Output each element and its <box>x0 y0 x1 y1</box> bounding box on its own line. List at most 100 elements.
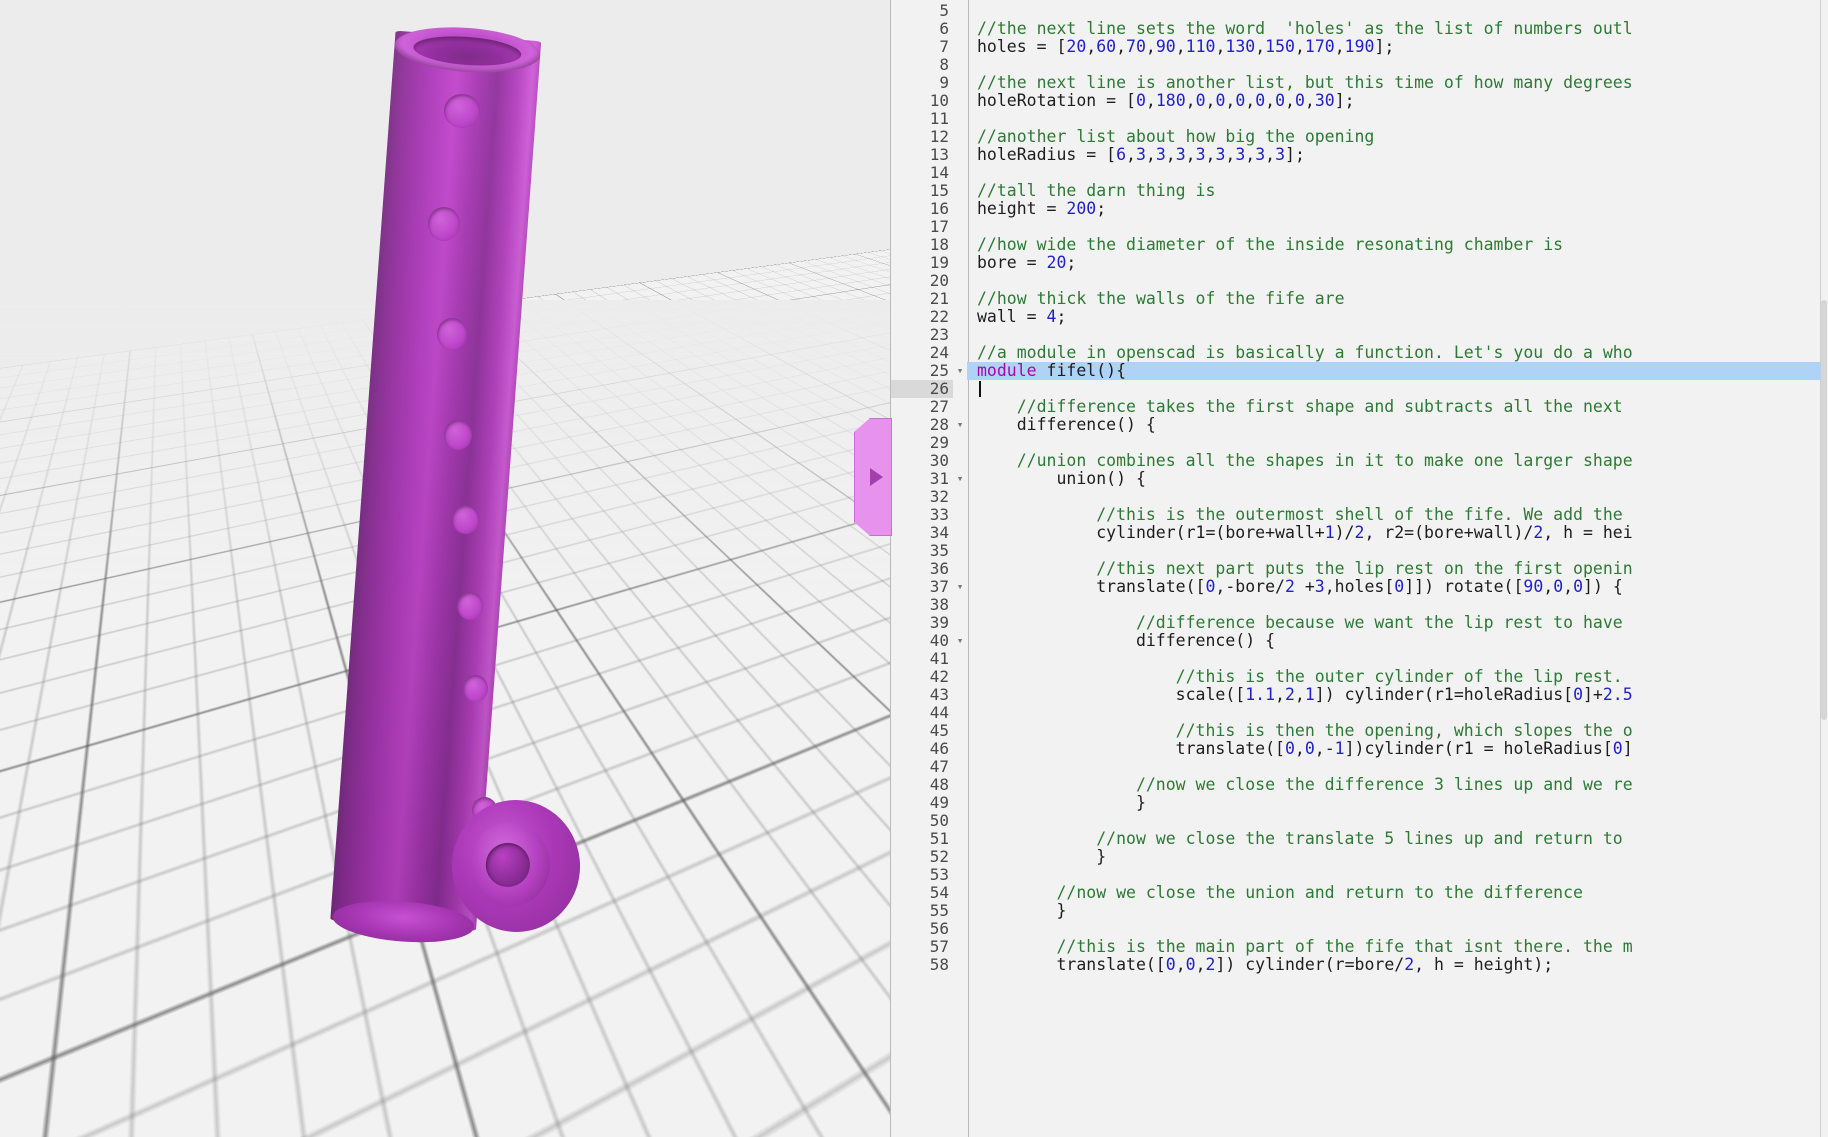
fife-model[interactable] <box>0 0 890 1137</box>
code-text: bore = 20; <box>977 253 1077 272</box>
code-text: difference() { <box>977 631 1276 650</box>
code-line[interactable]: 31 ▾ union() { <box>891 470 1821 488</box>
code-line[interactable]: 22 wall = 4; <box>891 308 1821 326</box>
code-line[interactable]: 41 <box>891 650 1821 668</box>
code-line[interactable]: 44 <box>891 704 1821 722</box>
line-number: 34 <box>929 523 949 542</box>
line-number: 47 <box>929 757 949 776</box>
code-text: //this is the main part of the fife that… <box>977 937 1633 956</box>
code-lines[interactable]: 5 6 //the next line sets the word 'holes' … <box>891 0 1828 1137</box>
code-line[interactable]: 32 <box>891 488 1821 506</box>
line-number: 49 <box>929 793 949 812</box>
panel-splitter[interactable] <box>854 418 892 536</box>
code-line[interactable]: 7 holes = [20,60,70,90,110,130,150,170,19… <box>891 38 1821 56</box>
line-number: 22 <box>929 307 949 326</box>
fold-arrow-icon[interactable]: ▾ <box>953 362 967 380</box>
code-line[interactable]: 10 holeRotation = [0,180,0,0,0,0,0,0,30]; <box>891 92 1821 110</box>
code-line[interactable]: 13 holeRadius = [6,3,3,3,3,3,3,3,3]; <box>891 146 1821 164</box>
code-line[interactable]: 5 <box>891 2 1821 20</box>
code-line[interactable]: 50 <box>891 812 1821 830</box>
code-line[interactable]: 29 <box>891 434 1821 452</box>
code-line[interactable]: 15 //tall the darn thing is <box>891 182 1821 200</box>
code-line[interactable]: 51 //now we close the translate 5 lines … <box>891 830 1821 848</box>
code-line[interactable]: 43 scale([1.1,2,1]) cylinder(r1=holeRadi… <box>891 686 1821 704</box>
code-text: //the next line sets the word 'holes' as… <box>977 19 1633 38</box>
line-number: 43 <box>929 685 949 704</box>
code-line[interactable]: 38 <box>891 596 1821 614</box>
finger-hole-4 <box>444 420 472 450</box>
code-line[interactable]: 12 //another list about how big the openi… <box>891 128 1821 146</box>
code-line[interactable]: 49 } <box>891 794 1821 812</box>
code-line[interactable]: 20 <box>891 272 1821 290</box>
line-number: 8 <box>939 55 949 74</box>
code-line[interactable]: 6 //the next line sets the word 'holes' a… <box>891 20 1821 38</box>
fold-arrow-icon[interactable]: ▾ <box>953 470 967 488</box>
scrollbar-thumb[interactable] <box>1821 300 1827 720</box>
code-line[interactable]: 9 //the next line is another list, but th… <box>891 74 1821 92</box>
code-line[interactable]: 46 translate([0,0,-1])cylinder(r1 = hole… <box>891 740 1821 758</box>
line-number: 15 <box>929 181 949 200</box>
code-line[interactable]: 39 //difference because we want the lip … <box>891 614 1821 632</box>
code-line[interactable]: 28 ▾ difference() { <box>891 416 1821 434</box>
code-editor[interactable]: 5 6 //the next line sets the word 'holes' … <box>890 0 1828 1137</box>
code-line[interactable]: 24 //a module in openscad is basically a … <box>891 344 1821 362</box>
code-line[interactable]: 58 translate([0,0,2]) cylinder(r=bore/2,… <box>891 956 1821 974</box>
code-line[interactable]: 37 ▾ translate([0,-bore/2 +3,holes[0]]) r… <box>891 578 1821 596</box>
code-line[interactable]: 19 bore = 20; <box>891 254 1821 272</box>
code-line[interactable]: 35 <box>891 542 1821 560</box>
line-number: 48 <box>929 775 949 794</box>
code-line[interactable]: 26 <box>891 380 1821 398</box>
fold-arrow-icon[interactable]: ▾ <box>953 632 967 650</box>
code-line[interactable]: 16 height = 200; <box>891 200 1821 218</box>
fold-arrow-icon[interactable]: ▾ <box>953 578 967 596</box>
code-line[interactable]: 27 //difference takes the first shape an… <box>891 398 1821 416</box>
code-line[interactable]: 42 //this is the outer cylinder of the l… <box>891 668 1821 686</box>
3d-viewport[interactable] <box>0 0 890 1137</box>
code-line[interactable]: 34 cylinder(r1=(bore+wall+1)/2, r2=(bore… <box>891 524 1821 542</box>
code-text: holes = [20,60,70,90,110,130,150,170,190… <box>977 37 1395 56</box>
editor-scrollbar[interactable] <box>1820 0 1828 1137</box>
line-number: 58 <box>929 955 949 974</box>
text-caret <box>979 381 981 397</box>
code-line[interactable]: 54 //now we close the union and return t… <box>891 884 1821 902</box>
code-line[interactable]: 36 //this next part puts the lip rest on… <box>891 560 1821 578</box>
code-line[interactable]: 56 <box>891 920 1821 938</box>
code-line[interactable]: 55 } <box>891 902 1821 920</box>
line-number: 24 <box>929 343 949 362</box>
fold-arrow-icon[interactable]: ▾ <box>953 416 967 434</box>
code-line[interactable]: 30 //union combines all the shapes in it… <box>891 452 1821 470</box>
finger-hole-7 <box>463 675 488 702</box>
line-number: 56 <box>929 919 949 938</box>
code-line[interactable]: 40 ▾ difference() { <box>891 632 1821 650</box>
code-line[interactable]: 23 <box>891 326 1821 344</box>
code-line[interactable]: 57 //this is the main part of the fife t… <box>891 938 1821 956</box>
line-number: 54 <box>929 883 949 902</box>
code-line[interactable]: 33 //this is the outermost shell of the … <box>891 506 1821 524</box>
line-number: 14 <box>929 163 949 182</box>
code-line[interactable]: 45 //this is then the opening, which slo… <box>891 722 1821 740</box>
finger-hole-3 <box>437 318 467 350</box>
code-text: //how wide the diameter of the inside re… <box>977 235 1564 254</box>
code-line[interactable]: 17 <box>891 218 1821 236</box>
code-line[interactable]: 21 //how thick the walls of the fife are <box>891 290 1821 308</box>
code-line[interactable]: 25 ▾ module fifel(){ <box>891 362 1821 380</box>
code-line[interactable]: 52 } <box>891 848 1821 866</box>
fife-tube <box>330 22 542 947</box>
line-number: 53 <box>929 865 949 884</box>
code-line[interactable]: 18 //how wide the diameter of the inside … <box>891 236 1821 254</box>
code-line[interactable]: 11 <box>891 110 1821 128</box>
code-line[interactable]: 14 <box>891 164 1821 182</box>
finger-hole-6 <box>457 592 483 620</box>
line-number: 6 <box>939 19 949 38</box>
line-number: 52 <box>929 847 949 866</box>
code-text: module fifel(){ <box>967 362 1821 380</box>
code-line[interactable]: 47 <box>891 758 1821 776</box>
code-text: //this next part puts the lip rest on th… <box>977 559 1633 578</box>
code-line[interactable]: 53 <box>891 866 1821 884</box>
code-line[interactable]: 48 //now we close the difference 3 lines… <box>891 776 1821 794</box>
line-number: 18 <box>929 235 949 254</box>
line-number: 27 <box>929 397 949 416</box>
code-line[interactable]: 8 <box>891 56 1821 74</box>
code-text: } <box>977 793 1146 812</box>
line-number: 21 <box>929 289 949 308</box>
